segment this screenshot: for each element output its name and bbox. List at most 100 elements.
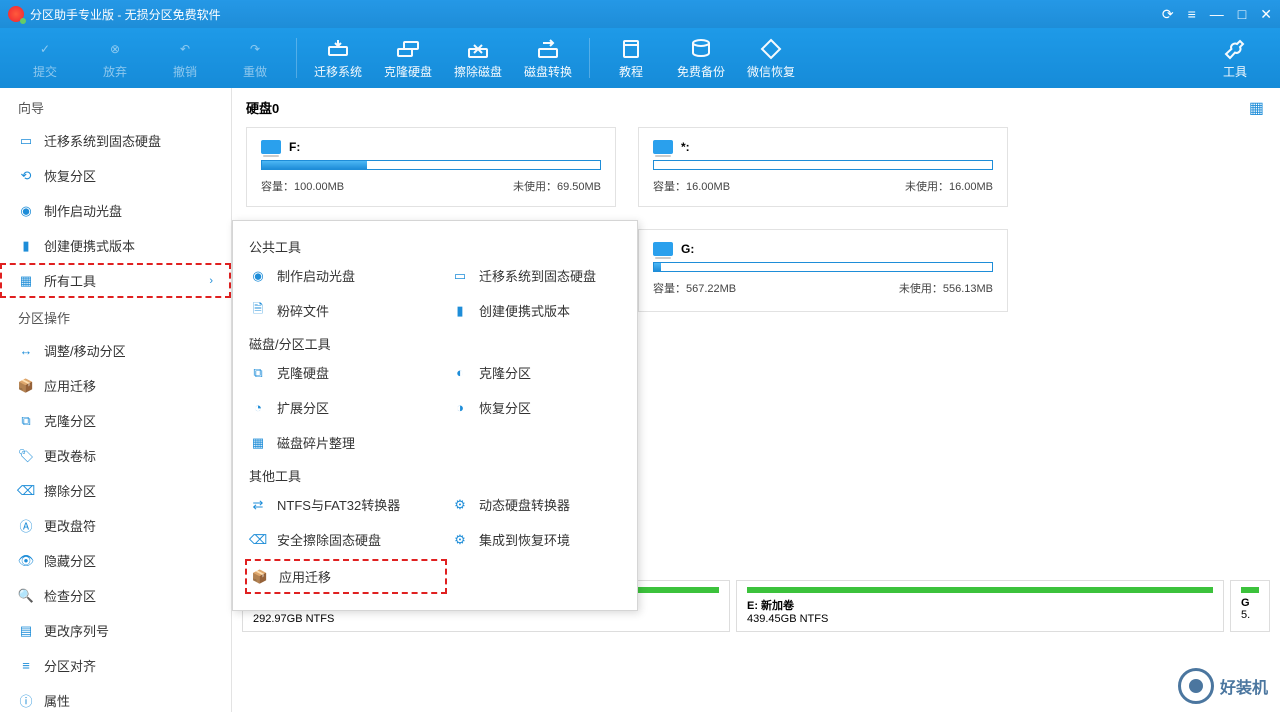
sidebar-item-resize[interactable]: ↔调整/移动分区	[0, 333, 231, 368]
info-icon: ⓘ	[18, 693, 34, 709]
ssd-icon: ▭	[18, 133, 34, 149]
undo-button[interactable]: ↶撤销	[150, 37, 220, 80]
sidebar-item-hide[interactable]: 👁隐藏分区	[0, 543, 231, 578]
flyout-section-disk: 磁盘/分区工具	[233, 328, 637, 355]
wechat-recover-button[interactable]: 微信恢复	[736, 37, 806, 80]
wrench-icon	[1223, 37, 1247, 61]
fly-shred[interactable]: 🗎粉碎文件	[233, 293, 435, 328]
recover-icon: ◑	[451, 399, 469, 417]
sidebar-item-portable[interactable]: ▮创建便携式版本	[0, 228, 231, 263]
disk-strip-item[interactable]: E: 新加卷439.45GB NTFS	[736, 580, 1224, 632]
recover-icon: ⟲	[18, 168, 34, 184]
chevron-right-icon: ›	[209, 275, 213, 287]
sidebar-item-migrate-ssd[interactable]: ▭迁移系统到固态硬盘	[0, 123, 231, 158]
sidebar-item-properties[interactable]: ⓘ属性	[0, 683, 231, 712]
undo-icon: ↶	[173, 37, 197, 61]
usb-icon: ▮	[451, 302, 469, 320]
usb-icon: ▮	[18, 238, 34, 254]
sidebar-item-boot-disc[interactable]: ◉制作启动光盘	[0, 193, 231, 228]
align-icon: ≡	[18, 658, 34, 674]
wipe-icon	[466, 37, 490, 61]
box-icon: 📦	[18, 378, 34, 394]
partition-card[interactable]: G: 容量：567.22MB未使用：556.13MB	[638, 229, 1008, 312]
disk-icon	[653, 242, 673, 256]
sidebar-item-recover[interactable]: ⟲恢复分区	[0, 158, 231, 193]
sidebar-item-app-migrate[interactable]: 📦应用迁移	[0, 368, 231, 403]
view-toggle-icon[interactable]: ▦	[1249, 98, 1264, 118]
free-label: 未使用：556.13MB	[899, 280, 993, 296]
sidebar-item-serial[interactable]: ▤更改序列号	[0, 613, 231, 648]
erase-icon: ⌫	[249, 531, 267, 549]
fly-ntfs-fat[interactable]: ⇄NTFS与FAT32转换器	[233, 487, 435, 522]
sidebar-item-all-tools[interactable]: ▦所有工具›	[0, 263, 231, 298]
sidebar-item-check[interactable]: 🔍检查分区	[0, 578, 231, 613]
fly-defrag[interactable]: ▦磁盘碎片整理	[233, 425, 435, 460]
fly-migrate-ssd[interactable]: ▭迁移系统到固态硬盘	[435, 258, 637, 293]
titlebar: 分区助手专业版 - 无损分区免费软件 ⟳ ≡ — □ ✕	[0, 0, 1280, 28]
pie-icon: ◐	[451, 364, 469, 382]
fly-boot-disc[interactable]: ◉制作启动光盘	[233, 258, 435, 293]
capacity-label: 容量：100.00MB	[261, 178, 344, 194]
wechat-icon	[759, 37, 783, 61]
toolbar: ✓提交 ⊗放弃 ↶撤销 ↷重做 迁移系统 克隆硬盘 擦除磁盘 磁盘转换 教程 免…	[0, 28, 1280, 88]
fly-secure-erase[interactable]: ⌫安全擦除固态硬盘	[233, 522, 435, 557]
fly-extend[interactable]: ◔扩展分区	[233, 390, 435, 425]
fly-dyn-disk[interactable]: ⚙动态硬盘转换器	[435, 487, 637, 522]
search-icon: 🔍	[18, 588, 34, 604]
minimize-icon[interactable]: —	[1210, 6, 1224, 23]
tools-button[interactable]: 工具	[1200, 37, 1270, 80]
discard-button[interactable]: ⊗放弃	[80, 37, 150, 80]
flyout-section-other: 其他工具	[233, 460, 637, 487]
sidebar-item-change-label[interactable]: 🏷更改卷标	[0, 438, 231, 473]
fly-app-migrate[interactable]: 📦应用迁移	[245, 559, 447, 594]
app-logo-icon	[8, 6, 24, 22]
clone-icon: ⧉	[249, 364, 267, 382]
disk-label: 硬盘0	[246, 98, 1266, 117]
redo-button[interactable]: ↷重做	[220, 37, 290, 80]
refresh-icon[interactable]: ⟳	[1162, 6, 1174, 23]
cancel-icon: ⊗	[103, 37, 127, 61]
flyout-section-public: 公共工具	[233, 231, 637, 258]
wipe-button[interactable]: 擦除磁盘	[443, 37, 513, 80]
sidebar-item-align[interactable]: ≡分区对齐	[0, 648, 231, 683]
window-title: 分区助手专业版 - 无损分区免费软件	[30, 6, 1162, 23]
convert-button[interactable]: 磁盘转换	[513, 37, 583, 80]
fly-integrate[interactable]: ⚙集成到恢复环境	[435, 522, 637, 557]
sidebar-item-wipe-part[interactable]: ⌫擦除分区	[0, 473, 231, 508]
hide-icon: 👁	[18, 553, 34, 569]
wizard-header: 向导	[0, 88, 231, 123]
sidebar-item-clone-part[interactable]: ⧉克隆分区	[0, 403, 231, 438]
watermark-icon	[1178, 668, 1214, 704]
commit-button[interactable]: ✓提交	[10, 37, 80, 80]
partition-card[interactable]: F: 容量：100.00MB未使用：69.50MB	[246, 127, 616, 207]
disk-strip-item[interactable]: G5.	[1230, 580, 1270, 632]
migrate-button[interactable]: 迁移系统	[303, 37, 373, 80]
clone-disk-button[interactable]: 克隆硬盘	[373, 37, 443, 80]
disk-icon	[261, 140, 281, 154]
disk-icon	[326, 37, 350, 61]
dyn-icon: ⚙	[451, 496, 469, 514]
free-label: 未使用：69.50MB	[513, 178, 601, 194]
shred-icon: 🗎	[249, 302, 267, 320]
backup-button[interactable]: 免费备份	[666, 37, 736, 80]
menu-icon[interactable]: ≡	[1188, 6, 1196, 23]
gear-icon: ⚙	[451, 531, 469, 549]
ops-header: 分区操作	[0, 298, 231, 333]
check-icon: ✓	[33, 37, 57, 61]
book-icon	[619, 37, 643, 61]
maximize-icon[interactable]: □	[1238, 6, 1246, 23]
fly-portable[interactable]: ▮创建便携式版本	[435, 293, 637, 328]
fly-clone-part[interactable]: ◐克隆分区	[435, 355, 637, 390]
grid-icon: ▦	[18, 273, 34, 289]
eraser-icon: ⌫	[18, 483, 34, 499]
serial-icon: ▤	[18, 623, 34, 639]
sidebar-item-change-letter[interactable]: Ⓐ更改盘符	[0, 508, 231, 543]
fly-clone-disk[interactable]: ⧉克隆硬盘	[233, 355, 435, 390]
partition-name: G:	[681, 242, 694, 256]
capacity-label: 容量：16.00MB	[653, 178, 730, 194]
tutorial-button[interactable]: 教程	[596, 37, 666, 80]
partition-card[interactable]: *: 容量：16.00MB未使用：16.00MB	[638, 127, 1008, 207]
watermark: 好装机	[1178, 668, 1268, 704]
fly-recover[interactable]: ◑恢复分区	[435, 390, 637, 425]
close-icon[interactable]: ✕	[1260, 6, 1272, 23]
